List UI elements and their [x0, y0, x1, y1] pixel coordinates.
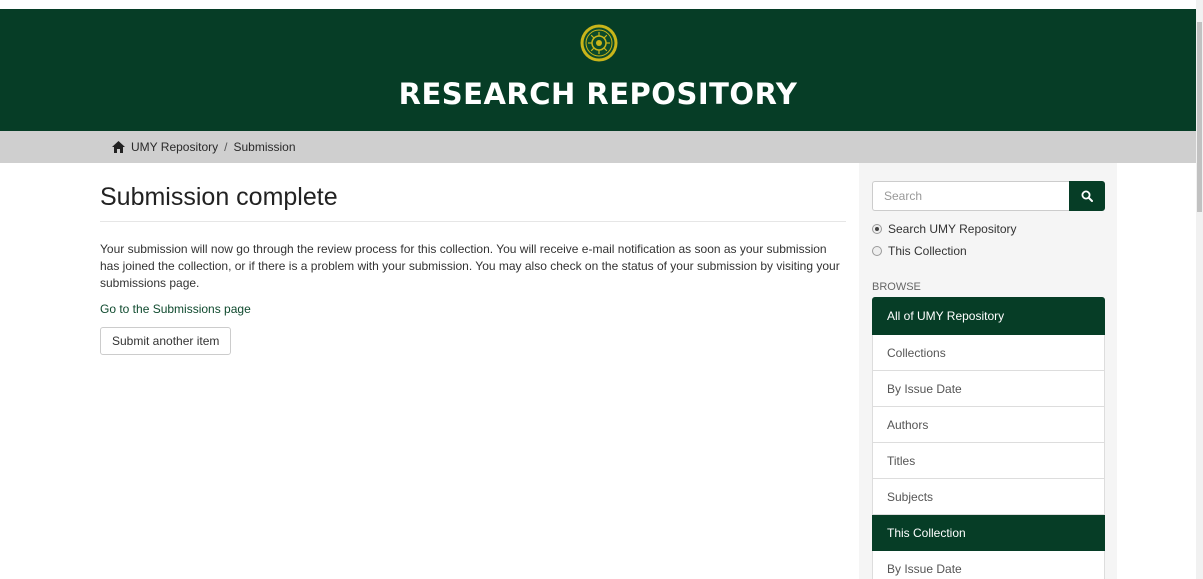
scope-label-repository: Search UMY Repository	[888, 222, 1017, 236]
radio-this-collection[interactable]	[872, 246, 882, 256]
radio-search-repository[interactable]	[872, 224, 882, 234]
search-button[interactable]	[1069, 181, 1105, 211]
submissions-page-link[interactable]: Go to the Submissions page	[100, 302, 846, 316]
site-title[interactable]: RESEARCH REPOSITORY	[0, 77, 1196, 111]
scope-label-collection: This Collection	[888, 244, 967, 258]
scope-option-collection[interactable]: This Collection	[872, 244, 967, 258]
browse-list: All of UMY Repository Collections By Iss…	[872, 297, 1105, 579]
search-input[interactable]	[872, 181, 1069, 211]
browse-collections[interactable]: Collections	[872, 335, 1105, 371]
page-title: Submission complete	[100, 183, 846, 222]
page-scrollbar[interactable]	[1196, 0, 1203, 579]
browse-heading: BROWSE	[872, 281, 921, 293]
site-header: RESEARCH REPOSITORY	[0, 9, 1196, 131]
browse-authors[interactable]: Authors	[872, 407, 1105, 443]
breadcrumb: UMY Repository / Submission	[112, 140, 296, 154]
breadcrumb-home-link[interactable]: UMY Repository	[131, 140, 218, 154]
breadcrumb-bar: UMY Repository / Submission	[0, 131, 1196, 163]
browse-by-issue-date[interactable]: By Issue Date	[872, 371, 1105, 407]
home-icon	[112, 141, 125, 153]
umy-seal-logo[interactable]	[580, 24, 618, 62]
browse-titles[interactable]: Titles	[872, 443, 1105, 479]
browse-section-all[interactable]: All of UMY Repository	[872, 297, 1105, 335]
submission-message: Your submission will now go through the …	[100, 242, 840, 290]
scrollbar-thumb[interactable]	[1197, 22, 1202, 212]
browse-collection-by-issue-date[interactable]: By Issue Date	[872, 551, 1105, 579]
browse-section-collection[interactable]: This Collection	[872, 515, 1105, 551]
main-content: Submission complete Your submission will…	[100, 163, 846, 355]
scope-option-repository[interactable]: Search UMY Repository	[872, 222, 1017, 236]
breadcrumb-separator: /	[224, 140, 228, 154]
sidebar-search	[872, 181, 1105, 211]
top-strip	[0, 0, 1196, 9]
search-icon	[1081, 190, 1093, 202]
submit-another-button[interactable]: Submit another item	[100, 327, 232, 355]
browse-subjects[interactable]: Subjects	[872, 479, 1105, 515]
breadcrumb-current: Submission	[233, 140, 296, 154]
